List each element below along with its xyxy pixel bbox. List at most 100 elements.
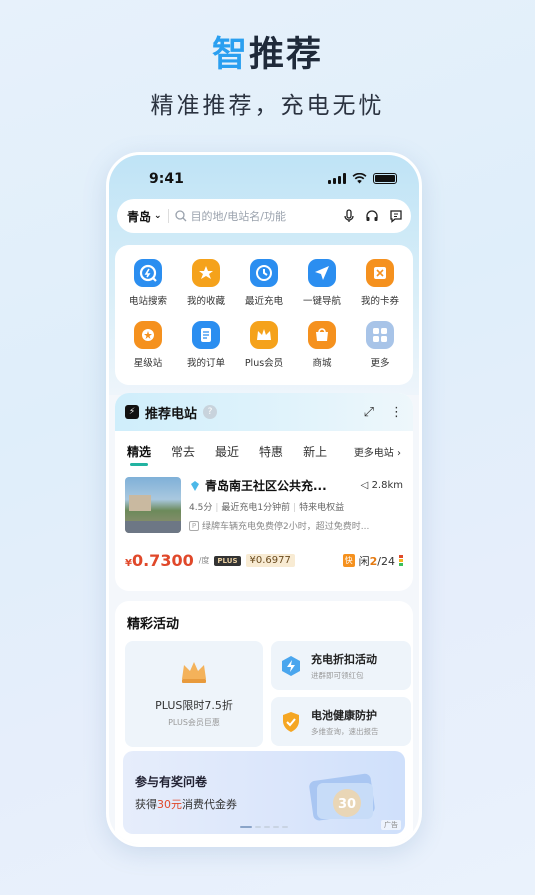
quick-access-grid: 电站搜索 我的收藏 最近充电 一键导航 我的卡券星级站 我的订单 Plus会员 商城 更多 <box>115 245 413 369</box>
star-icon <box>192 259 220 287</box>
recommended-stations-card: ⚡ 推荐电站 ? ⤢ ⋮ 精选 常去 最近 特惠 新上 更多电站 › 青岛南王社… <box>115 393 413 591</box>
grid-more-icon <box>366 321 394 349</box>
status-time: 9:41 <box>149 171 184 187</box>
chevron-down-icon: ⌄ <box>154 211 162 221</box>
station-item[interactable]: 青岛南王社区公共充... ◁ 2.8km 4.5分 | 最近充电1分钟前 | 特来电权益… <box>115 463 413 533</box>
quick-item-label: 一键导航 <box>302 296 341 307</box>
battery-icon <box>373 173 397 184</box>
station-marker-icon <box>191 480 199 491</box>
station-note: P 绿牌车辆充电免费停2小时，超过免费时... <box>189 519 403 532</box>
star-station-icon <box>134 321 162 349</box>
quick-item-label: Plus会员 <box>244 358 284 369</box>
quick-item-label: 星级站 <box>133 358 163 369</box>
headset-icon[interactable] <box>365 209 379 223</box>
quick-item-label: 更多 <box>370 358 390 369</box>
tab-recent[interactable]: 最近 <box>215 443 239 460</box>
discount-activity-title: 充电折扣活动 <box>311 652 377 666</box>
quick-item-crown[interactable]: Plus会员 <box>235 321 293 369</box>
plus-price: ¥0.6977 <box>245 554 295 567</box>
discount-activity[interactable]: 充电折扣活动 进群即可领红包 <box>271 641 411 690</box>
quick-item-shop[interactable]: 商城 <box>293 321 351 369</box>
recommended-title: 推荐电站 <box>145 406 198 422</box>
microphone-icon[interactable] <box>343 209 355 223</box>
city-label: 青岛 <box>127 209 152 224</box>
more-stations-label: 更多电站 <box>353 447 394 459</box>
quick-item-label: 我的订单 <box>186 358 225 369</box>
tab-frequent[interactable]: 常去 <box>171 443 195 460</box>
quick-item-label: 电站搜索 <box>128 296 167 307</box>
hero-title-accent: 智 <box>211 35 249 75</box>
survey-amount: 30元 <box>157 798 182 811</box>
station-note-text: 绿牌车辆充电免费停2小时，超过免费时... <box>202 522 370 532</box>
total-count: /24 <box>377 554 395 568</box>
carousel-dots <box>123 826 405 828</box>
hero-subtitle: 精准推荐，充电无忧 <box>150 93 385 119</box>
more-stations-link[interactable]: 更多电站 › <box>354 444 401 459</box>
station-meta: 4.5分 | 最近充电1分钟前 | 特来电权益 <box>189 503 345 513</box>
activities-card: 精彩活动 PLUS限时7.5折 PLUS会员巨惠 充电折扣活动 进群即可领红包 电… <box>115 601 413 844</box>
station-name: 青岛南王社区公共充... <box>205 479 327 493</box>
survey-banner[interactable]: 参与有奖问卷 获得30元消费代金券 30 广告 <box>123 751 405 834</box>
crown-icon <box>250 321 278 349</box>
station-recent: 最近充电1分钟前 <box>221 503 291 513</box>
wifi-icon <box>352 173 367 184</box>
plus-promo-subtitle: PLUS会员巨惠 <box>168 718 220 727</box>
crown-icon <box>182 662 206 683</box>
station-distance[interactable]: ◁ 2.8km <box>361 480 403 491</box>
tab-new[interactable]: 新上 <box>303 443 327 460</box>
phone-frame: 9:41 青岛 ⌄ 目的地/电站名/功能 电站搜索 我的收藏 最近充电 一键导航 我的卡券… <box>106 152 422 847</box>
quick-item-search-station[interactable]: 电站搜索 <box>119 259 177 307</box>
more-options-icon[interactable]: ⋮ <box>390 405 403 420</box>
quick-item-order[interactable]: 我的订单 <box>177 321 235 369</box>
quick-item-label: 我的卡券 <box>360 296 399 307</box>
battery-health-title: 电池健康防护 <box>311 708 377 722</box>
city-selector[interactable]: 青岛 ⌄ <box>127 208 162 225</box>
plus-promo-title: PLUS限时7.5折 <box>155 699 233 712</box>
coupon-illustration: 30 <box>309 773 375 821</box>
quick-item-navigation[interactable]: 一键导航 <box>293 259 351 307</box>
shield-check-icon <box>283 711 299 732</box>
quick-item-label: 最近充电 <box>244 296 283 307</box>
coupon-icon <box>366 259 394 287</box>
lightning-badge-icon <box>282 655 300 676</box>
quick-item-star-station[interactable]: 星级站 <box>119 321 177 369</box>
price-row: ¥0.7300 /度 PLUS ¥0.6977 快 闲2/24 <box>115 533 413 570</box>
chevron-right-icon: › <box>397 447 401 459</box>
expand-icon[interactable]: ⤢ <box>364 405 374 420</box>
distance-value: 2.8km <box>371 480 403 491</box>
ad-label: 广告 <box>381 820 401 830</box>
plus-promo[interactable]: PLUS限时7.5折 PLUS会员巨惠 <box>125 641 263 747</box>
price-currency: ¥ <box>125 558 132 569</box>
station-rating: 4.5分 <box>189 503 213 513</box>
quick-item-clock[interactable]: 最近充电 <box>235 259 293 307</box>
brand-logo-icon: ⚡ <box>125 405 139 419</box>
coupon-value: 30 <box>338 797 356 812</box>
quick-item-star[interactable]: 我的收藏 <box>177 259 235 307</box>
quick-item-grid-more[interactable]: 更多 <box>351 321 409 369</box>
tab-featured[interactable]: 精选 <box>127 443 151 466</box>
recommended-header: ⚡ 推荐电站 ? ⤢ ⋮ <box>115 393 413 431</box>
status-icons <box>328 173 397 184</box>
station-benefit: 特来电权益 <box>299 503 345 513</box>
parking-icon: P <box>189 520 199 531</box>
search-bar[interactable]: 青岛 ⌄ 目的地/电站名/功能 <box>117 199 411 233</box>
station-price: ¥0.7300 <box>125 551 194 570</box>
battery-health-activity[interactable]: 电池健康防护多维查询，速出报告 <box>271 697 411 746</box>
help-icon[interactable]: ? <box>203 405 218 419</box>
search-input[interactable]: 目的地/电站名/功能 <box>174 208 343 224</box>
search-station-icon <box>134 259 162 287</box>
battery-health-subtitle: 多维查询，速出报告 <box>311 726 379 736</box>
message-icon[interactable] <box>389 209 403 223</box>
hero-title: 智推荐 <box>0 26 535 77</box>
search-placeholder: 目的地/电站名/功能 <box>190 210 286 223</box>
quick-item-coupon[interactable]: 我的卡券 <box>351 259 409 307</box>
availability-bars-icon <box>399 555 403 566</box>
tab-deals[interactable]: 特惠 <box>259 443 283 460</box>
charger-availability: 快 闲2/24 <box>342 553 403 569</box>
idle-label: 闲2/24 <box>359 553 395 569</box>
navigation-arrow-icon: ◁ <box>360 480 369 491</box>
signal-icon <box>328 173 346 184</box>
quick-access-card: 电站搜索 我的收藏 最近充电 一键导航 我的卡券星级站 我的订单 Plus会员 商城 更多 <box>115 245 413 385</box>
price-unit: /度 <box>198 556 210 565</box>
idle-label-text: 闲 <box>358 554 370 568</box>
